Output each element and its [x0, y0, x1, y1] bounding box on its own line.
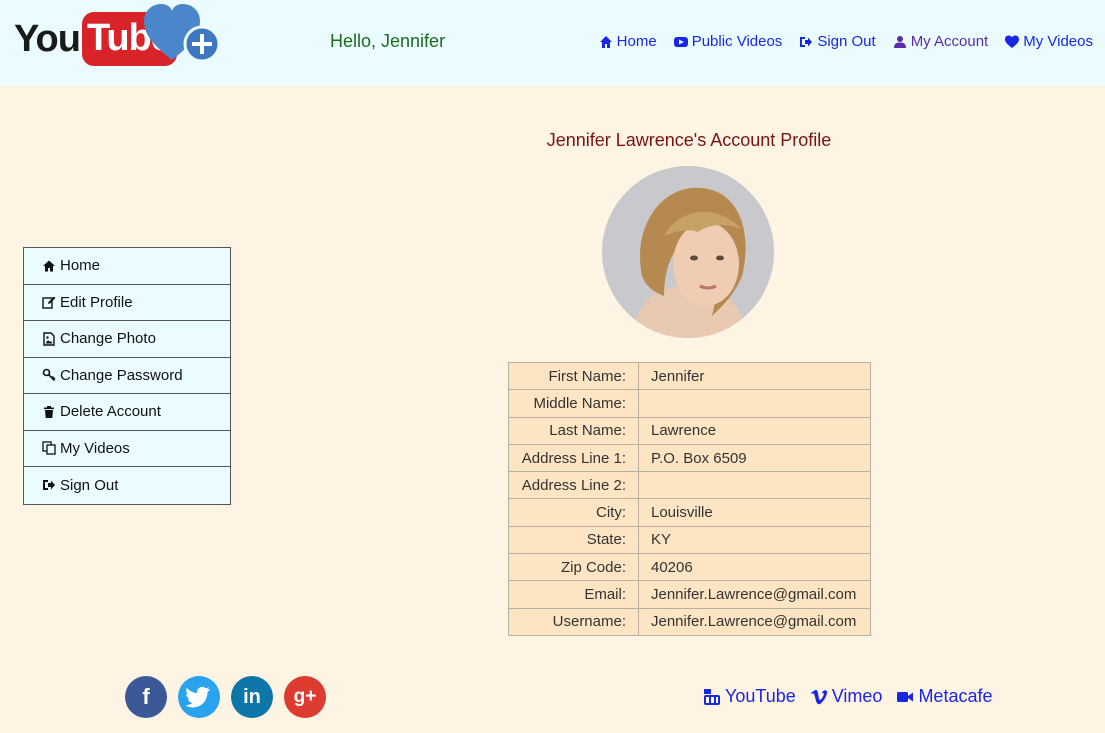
sign-out-icon: [43, 480, 55, 491]
nav-sign-out-label: Sign Out: [817, 33, 876, 50]
home-icon: [599, 35, 612, 48]
footer-video-links: YouTube Vimeo Metacafe: [703, 686, 1006, 707]
sidebar-item-home[interactable]: Home: [24, 248, 230, 285]
footer-metacafe-link[interactable]: Metacafe: [896, 686, 992, 707]
field-label: City:: [508, 498, 639, 527]
footer-vimeo-label: Vimeo: [831, 686, 883, 706]
sidebar-item-change-photo[interactable]: Change Photo: [24, 321, 230, 358]
twitter-icon[interactable]: [178, 676, 220, 718]
field-label: Email:: [508, 580, 639, 609]
edit-icon: [42, 296, 56, 309]
sidebar-item-label: My Videos: [60, 439, 130, 457]
page-title: Jennifer Lawrence's Account Profile: [546, 130, 832, 150]
twitter-bird-glyph: [186, 686, 210, 708]
field-value: Jennifer.Lawrence@gmail.com: [638, 580, 871, 609]
sidebar-item-label: Change Photo: [60, 330, 156, 348]
youtube-play-icon: [673, 36, 688, 47]
home-icon: [43, 260, 55, 272]
sidebar-item-my-videos[interactable]: My Videos: [24, 431, 230, 467]
table-row: Address Line 1: P.O. Box 6509: [508, 443, 871, 473]
field-value: Lawrence: [638, 416, 871, 445]
table-row: First Name: Jennifer: [508, 361, 871, 391]
header: You Tube Hello, Jennifer Home Public Vid…: [0, 0, 1105, 86]
youtube-icon: [704, 688, 720, 705]
footer-youtube-label: YouTube: [725, 686, 796, 706]
table-row: City: Louisville: [508, 498, 871, 527]
table-row: Zip Code: 40206: [508, 553, 871, 582]
copy-icon: [42, 441, 56, 455]
logo-you-text: You: [14, 17, 81, 60]
trash-icon: [44, 405, 54, 418]
field-label: Last Name:: [508, 416, 639, 445]
sidebar-item-label: Sign Out: [60, 476, 119, 494]
linkedin-glyph: in: [243, 685, 261, 708]
greeting-text: Hello, Jennifer: [330, 31, 446, 51]
nav-my-account-label: My Account: [910, 33, 989, 50]
video-camera-icon: [897, 691, 914, 702]
key-icon: [42, 368, 56, 382]
sidebar-item-label: Delete Account: [60, 403, 161, 421]
side-menu: Home Edit Profile Change Photo Change Pa…: [23, 247, 231, 505]
field-label: First Name:: [508, 361, 639, 391]
nav-public-videos-link[interactable]: Public Videos: [673, 33, 783, 50]
footer-youtube-link[interactable]: YouTube: [703, 686, 796, 707]
google-plus-icon[interactable]: g+: [284, 676, 326, 718]
sidebar-item-label: Edit Profile: [60, 293, 133, 311]
sign-out-icon: [800, 36, 813, 47]
profile-details-table: First Name: Jennifer Middle Name: Last Na…: [508, 361, 871, 636]
field-value: Jennifer.Lawrence@gmail.com: [638, 607, 871, 636]
heart-plus-icon: [144, 4, 221, 63]
image-file-icon: [43, 332, 55, 346]
nav-sign-out-link[interactable]: Sign Out: [799, 33, 876, 50]
footer-vimeo-link[interactable]: Vimeo: [810, 686, 883, 707]
table-row: Username: Jennifer.Lawrence@gmail.com: [508, 607, 871, 636]
google-plus-glyph: g+: [293, 686, 317, 707]
table-row: Email: Jennifer.Lawrence@gmail.com: [508, 580, 871, 609]
field-label: Username:: [508, 607, 639, 636]
vimeo-icon: [810, 689, 827, 704]
sidebar-item-sign-out[interactable]: Sign Out: [24, 467, 230, 504]
field-value: KY: [638, 525, 871, 555]
field-value: P.O. Box 6509: [638, 443, 871, 473]
nav-home-label: Home: [616, 33, 657, 50]
field-label: Address Line 1:: [508, 443, 639, 473]
field-value: [638, 389, 871, 418]
heart-icon: [1005, 35, 1020, 48]
table-row: Address Line 2:: [508, 471, 871, 500]
facebook-glyph: f: [142, 684, 150, 709]
profile-photo: [602, 166, 774, 338]
top-nav: Home Public Videos Sign Out My Account M…: [582, 33, 1093, 50]
sidebar-item-delete-account[interactable]: Delete Account: [24, 394, 230, 431]
field-value: Louisville: [638, 498, 871, 527]
nav-my-videos-link[interactable]: My Videos: [1005, 33, 1093, 50]
field-label: Zip Code:: [508, 553, 639, 582]
sidebar-item-label: Home: [60, 257, 101, 275]
sidebar-item-change-password[interactable]: Change Password: [24, 358, 230, 394]
nav-home-link[interactable]: Home: [599, 33, 657, 50]
field-value: Jennifer: [638, 361, 871, 391]
field-label: State:: [508, 525, 639, 555]
table-row: State: KY: [508, 525, 871, 555]
field-value: [638, 471, 871, 500]
table-row: Middle Name:: [508, 389, 871, 418]
linkedin-icon[interactable]: in: [231, 676, 273, 718]
sidebar-item-edit-profile[interactable]: Edit Profile: [24, 285, 230, 321]
social-links: f in g+: [125, 676, 326, 718]
user-icon: [893, 35, 906, 48]
footer-metacafe-label: Metacafe: [918, 686, 993, 706]
field-value: 40206: [638, 553, 871, 582]
field-label: Address Line 2:: [508, 471, 639, 500]
sidebar-item-label: Change Password: [60, 366, 183, 384]
nav-my-videos-label: My Videos: [1023, 33, 1093, 50]
profile-photo-image: [602, 166, 774, 338]
field-label: Middle Name:: [508, 389, 639, 418]
facebook-icon[interactable]: f: [125, 676, 167, 718]
table-row: Last Name: Lawrence: [508, 416, 871, 445]
nav-public-videos-label: Public Videos: [691, 33, 783, 50]
nav-my-account-link[interactable]: My Account: [893, 33, 989, 50]
